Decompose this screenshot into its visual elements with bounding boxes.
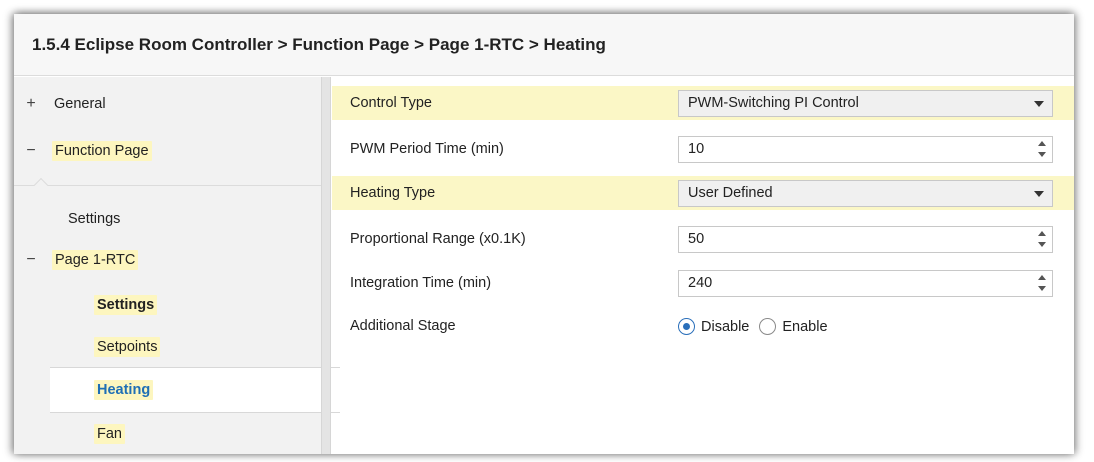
sidebar-item-label: Page 1-RTC xyxy=(52,250,139,270)
param-row-additional-stage: Additional Stage Disable Enable xyxy=(332,309,1074,343)
spinner-arrows-icon[interactable] xyxy=(1038,275,1046,292)
param-label: Proportional Range (x0.1K) xyxy=(350,231,526,247)
param-label: PWM Period Time (min) xyxy=(350,141,504,157)
param-label: Heating Type xyxy=(350,185,436,201)
sidebar-item-general[interactable]: + General xyxy=(24,95,106,113)
select-value: PWM-Switching PI Control xyxy=(688,95,859,111)
param-row-integration-time: Integration Time (min) 240 xyxy=(332,266,1074,300)
expand-icon[interactable]: + xyxy=(24,95,38,113)
param-label: Integration Time (min) xyxy=(350,275,492,291)
sidebar-item-rtc-settings[interactable]: Settings xyxy=(94,295,158,315)
radio-enable[interactable] xyxy=(759,318,777,335)
radio-label[interactable]: Disable xyxy=(701,319,749,335)
sidebar-tree: + General − Function Page Settings − Pag… xyxy=(14,77,340,454)
param-row-heating-type: Heating Type User Defined xyxy=(332,176,1074,210)
breadcrumb: 1.5.4 Eclipse Room Controller > Function… xyxy=(14,14,1074,76)
sidebar-item-settings[interactable]: Settings xyxy=(68,211,120,227)
sidebar-item-function-page[interactable]: − Function Page xyxy=(24,141,152,161)
radio-disable[interactable] xyxy=(678,318,695,335)
sidebar-item-label: Setpoints xyxy=(94,337,161,357)
chevron-down-icon[interactable] xyxy=(1034,191,1044,197)
sidebar-item-setpoints[interactable]: Setpoints xyxy=(94,337,161,357)
spinner-arrows-icon[interactable] xyxy=(1038,231,1046,248)
sidebar-item-page-1-rtc[interactable]: − Page 1-RTC xyxy=(24,250,139,270)
divider-notch xyxy=(33,177,49,193)
control-type-select[interactable]: PWM-Switching PI Control xyxy=(678,90,1053,117)
additional-stage-radio-group: Disable Enable xyxy=(678,313,838,340)
sidebar-item-label: Settings xyxy=(94,295,158,315)
proportional-range-spinbox[interactable]: 50 xyxy=(678,226,1053,253)
sidebar-item-label: Heating xyxy=(94,380,154,400)
param-row-proportional-range: Proportional Range (x0.1K) 50 xyxy=(332,222,1074,256)
sidebar-item-label: Fan xyxy=(94,424,125,444)
integration-time-spinbox[interactable]: 240 xyxy=(678,270,1053,297)
select-value: User Defined xyxy=(688,185,773,201)
sidebar-item-fan[interactable]: Fan xyxy=(94,424,125,444)
radio-label[interactable]: Enable xyxy=(782,319,827,335)
spinbox-value: 240 xyxy=(688,275,713,291)
pwm-period-spinbox[interactable]: 10 xyxy=(678,136,1053,163)
sidebar-item-label: General xyxy=(54,96,106,112)
param-label: Additional Stage xyxy=(350,318,456,334)
chevron-down-icon[interactable] xyxy=(1034,101,1044,107)
param-row-pwm-period: PWM Period Time (min) 10 xyxy=(332,132,1074,166)
param-row-control-type: Control Type PWM-Switching PI Control xyxy=(332,86,1074,120)
sidebar-item-label: Settings xyxy=(68,211,121,227)
param-label: Control Type xyxy=(350,95,432,111)
collapse-icon[interactable]: − xyxy=(24,142,38,160)
splitter[interactable] xyxy=(321,77,331,454)
spinbox-value: 10 xyxy=(688,141,705,157)
spinner-arrows-icon[interactable] xyxy=(1038,141,1046,158)
window: 1.5.4 Eclipse Room Controller > Function… xyxy=(14,14,1074,454)
sidebar-item-label: Function Page xyxy=(52,141,152,161)
heating-type-select[interactable]: User Defined xyxy=(678,180,1053,207)
sidebar-item-heating[interactable]: Heating xyxy=(94,380,154,400)
spinbox-value: 50 xyxy=(688,231,705,247)
collapse-icon[interactable]: − xyxy=(24,251,38,269)
divider xyxy=(14,185,321,186)
